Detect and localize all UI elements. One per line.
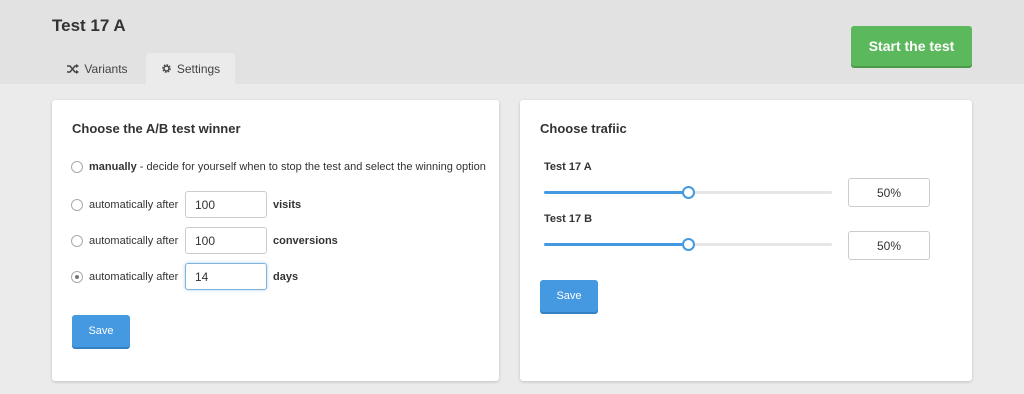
visits-unit: visits [273,199,302,211]
conversions-option-label: automatically after [89,235,179,247]
slider-handle[interactable] [682,186,695,199]
tab-settings-label: Settings [176,61,221,76]
variant-b-percent[interactable]: 50% [848,231,930,260]
tab-variants-label: Variants [84,61,128,76]
tab-variants[interactable]: Variants [55,53,140,84]
manual-description: - decide for yourself when to stop the t… [136,161,486,173]
shuffle-icon [67,63,80,74]
slider-fill [544,191,688,194]
days-radio[interactable] [71,271,83,283]
visits-input[interactable] [185,191,267,218]
days-input[interactable] [185,263,267,290]
conversions-input[interactable] [185,227,267,254]
visits-option-label: automatically after [89,199,179,211]
manual-bold-text: manually [89,161,137,173]
slider-handle[interactable] [682,238,695,251]
slider-fill [544,243,688,246]
winner-card: Choose the A/B test winner manually - de… [52,100,499,381]
page-title: Test 17 A [52,16,126,35]
variant-a-slider[interactable] [544,186,832,200]
manual-radio[interactable] [71,161,83,173]
visits-radio[interactable] [71,199,83,211]
start-test-button[interactable]: Start the test [851,26,972,66]
variant-a-percent[interactable]: 50% [848,178,930,207]
days-unit: days [273,271,299,283]
traffic-card: Choose trafiic Test 17 A 50% Test 17 B 5… [520,100,972,381]
variant-b-slider[interactable] [544,238,832,252]
variant-a-label: Test 17 A [544,161,592,173]
days-option-label: automatically after [89,271,179,283]
traffic-card-title: Choose trafiic [540,121,627,136]
top-header: Test 17 A Start the test Variants Settin… [0,0,1024,84]
save-winner-button[interactable]: Save [72,315,130,347]
conversions-radio[interactable] [71,235,83,247]
tab-settings[interactable]: Settings [146,53,235,84]
save-traffic-button[interactable]: Save [540,280,598,312]
winner-card-title: Choose the A/B test winner [72,121,241,136]
conversions-unit: conversions [273,235,338,247]
variant-b-label: Test 17 B [544,213,593,225]
manual-option-label: manually - decide for yourself when to s… [89,161,486,173]
gear-icon [161,63,172,74]
